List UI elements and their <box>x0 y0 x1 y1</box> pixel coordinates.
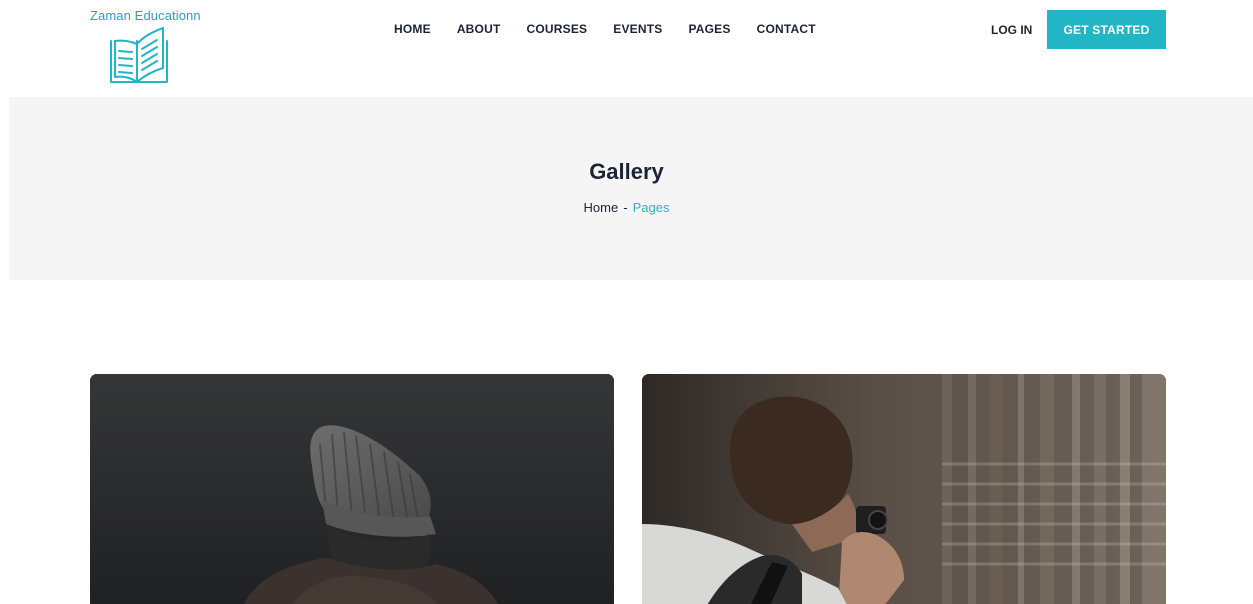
login-link[interactable]: LOG IN <box>991 22 1032 38</box>
open-book-icon <box>110 27 168 83</box>
logo[interactable]: Zaman Educationn <box>90 8 230 92</box>
page-title: Gallery <box>589 159 664 184</box>
breadcrumb: Home - Pages <box>0 200 1253 216</box>
gallery-image-beanie[interactable] <box>90 374 614 604</box>
nav-item-contact[interactable]: CONTACT <box>757 21 816 37</box>
breadcrumb-home[interactable]: Home <box>584 200 619 215</box>
person-in-knit-beanie-photo <box>90 374 614 604</box>
logo-text: Zaman Educationn <box>90 8 201 23</box>
site-header: Zaman Educationn HOME ABOUT COURSES EVEN… <box>0 0 1253 97</box>
main-nav: HOME ABOUT COURSES EVENTS PAGES CONTACT <box>394 21 816 37</box>
nav-item-home[interactable]: HOME <box>394 21 431 37</box>
photographer-with-camera-photo <box>642 374 1166 604</box>
breadcrumb-current: Pages <box>632 200 670 215</box>
nav-item-events[interactable]: EVENTS <box>613 21 662 37</box>
page-banner <box>9 97 1253 280</box>
nav-item-pages[interactable]: PAGES <box>688 21 730 37</box>
nav-item-about[interactable]: ABOUT <box>457 21 501 37</box>
nav-item-courses[interactable]: COURSES <box>526 21 587 37</box>
breadcrumb-separator: - <box>623 200 628 215</box>
get-started-button[interactable]: GET STARTED <box>1047 10 1166 49</box>
gallery-image-photographer[interactable] <box>642 374 1166 604</box>
